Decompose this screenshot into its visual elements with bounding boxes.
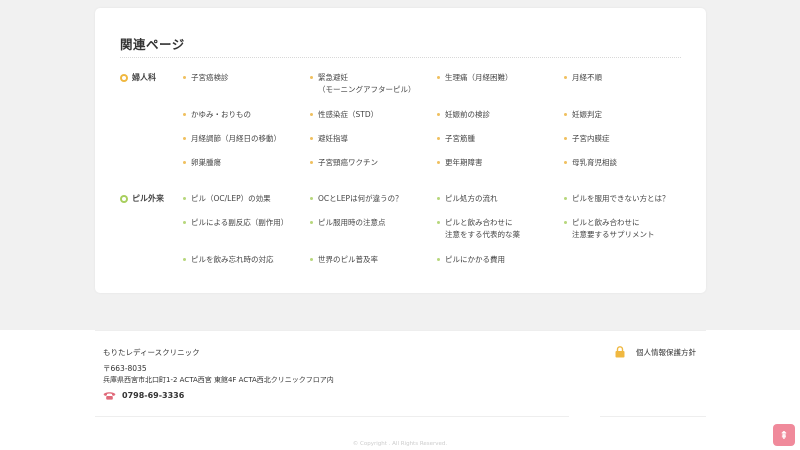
- footer-divider: [95, 330, 706, 331]
- link-menopause[interactable]: 更年期障害: [437, 157, 563, 169]
- privacy-policy-label: 個人情報保護方針: [636, 347, 696, 357]
- category-dot-icon: [120, 73, 128, 82]
- link-pill-precautions[interactable]: ピル服用時の注意点: [310, 217, 436, 229]
- link-endometriosis[interactable]: 子宮内膜症: [564, 133, 690, 145]
- link-emergency-contraception[interactable]: 緊急避妊 （モーニングアフターピル）: [310, 72, 436, 96]
- lock-icon: [615, 346, 625, 358]
- link-itching-discharge[interactable]: かゆみ・おりもの: [183, 109, 309, 121]
- link-uterine-fibroids[interactable]: 子宮筋腫: [437, 133, 563, 145]
- link-hpv-vaccine[interactable]: 子宮頸癌ワクチン: [310, 157, 436, 169]
- category-label: ピル外来: [132, 194, 164, 203]
- footer-bottom-divider: [95, 416, 569, 417]
- phone-icon: [103, 392, 116, 400]
- title-divider: [120, 57, 681, 58]
- link-pill-prescription-flow[interactable]: ピル処方の流れ: [437, 193, 563, 205]
- link-menstrual-pain[interactable]: 生理痛（月経困難）: [437, 72, 563, 84]
- link-pill-cost[interactable]: ピルにかかる費用: [437, 254, 563, 266]
- copyright: © Copyright . All Rights Reserved.: [352, 441, 448, 447]
- privacy-policy-link[interactable]: 個人情報保護方針: [615, 346, 696, 358]
- phone-number-text: 0798-69-3336: [122, 391, 185, 400]
- link-pill-drug-interactions[interactable]: ピルと飲み合わせに 注意をする代表的な薬: [437, 217, 563, 241]
- scroll-to-top-button[interactable]: ⇞: [773, 424, 795, 446]
- clinic-name: もりたレディースクリニック: [103, 348, 200, 357]
- link-ovarian-tumor[interactable]: 卵巣腫瘍: [183, 157, 309, 169]
- link-pregnancy-test[interactable]: 妊娠判定: [564, 109, 690, 121]
- category-gynecology: 婦人科: [120, 72, 156, 83]
- link-irregular-menstruation[interactable]: 月経不順: [564, 72, 690, 84]
- related-pages-title: 関連ページ: [120, 37, 185, 52]
- category-pill-clinic: ピル外来: [120, 193, 164, 204]
- postal-code: 〒663-8035: [103, 364, 147, 373]
- link-cervical-cancer-screening[interactable]: 子宮癌検診: [183, 72, 309, 84]
- footer: もりたレディースクリニック 〒663-8035 兵庫県西宮市北口町1-2 ACT…: [0, 330, 800, 450]
- link-menstrual-adjustment[interactable]: 月経調節（月経日の移動）: [183, 133, 309, 145]
- link-pill-effects[interactable]: ピル（OC/LEP）の効果: [183, 193, 309, 205]
- link-breastfeeding-consultation[interactable]: 母乳育児相談: [564, 157, 690, 169]
- footer-bottom-divider: [600, 416, 706, 417]
- phone-number[interactable]: 0798-69-3336: [103, 391, 184, 400]
- link-contraception-guidance[interactable]: 避妊指導: [310, 133, 436, 145]
- link-world-pill-usage[interactable]: 世界のピル普及率: [310, 254, 436, 266]
- link-pill-contraindications[interactable]: ピルを服用できない方とは？: [564, 193, 690, 205]
- link-missed-pill[interactable]: ピルを飲み忘れ時の対応: [183, 254, 309, 266]
- category-label: 婦人科: [132, 73, 156, 82]
- arrow-up-icon: ⇞: [779, 428, 789, 442]
- link-oc-lep-difference[interactable]: OCとLEPは何が違うの？: [310, 193, 436, 205]
- category-dot-icon: [120, 194, 128, 203]
- link-std[interactable]: 性感染症（STD）: [310, 109, 436, 121]
- link-pill-supplement-interactions[interactable]: ピルと飲み合わせに 注意要するサプリメント: [564, 217, 690, 241]
- link-pill-side-effects[interactable]: ピルによる副反応（副作用）: [183, 217, 309, 229]
- clinic-address: 兵庫県西宮市北口町1-2 ACTA西宮 東館4F ACTA西北クリニックフロア内: [103, 376, 334, 384]
- related-pages-card: 関連ページ 婦人科 子宮癌検診 緊急避妊 （モーニングアフターピル） 生理痛（月…: [95, 8, 706, 293]
- link-pre-pregnancy-checkup[interactable]: 妊娠前の検診: [437, 109, 563, 121]
